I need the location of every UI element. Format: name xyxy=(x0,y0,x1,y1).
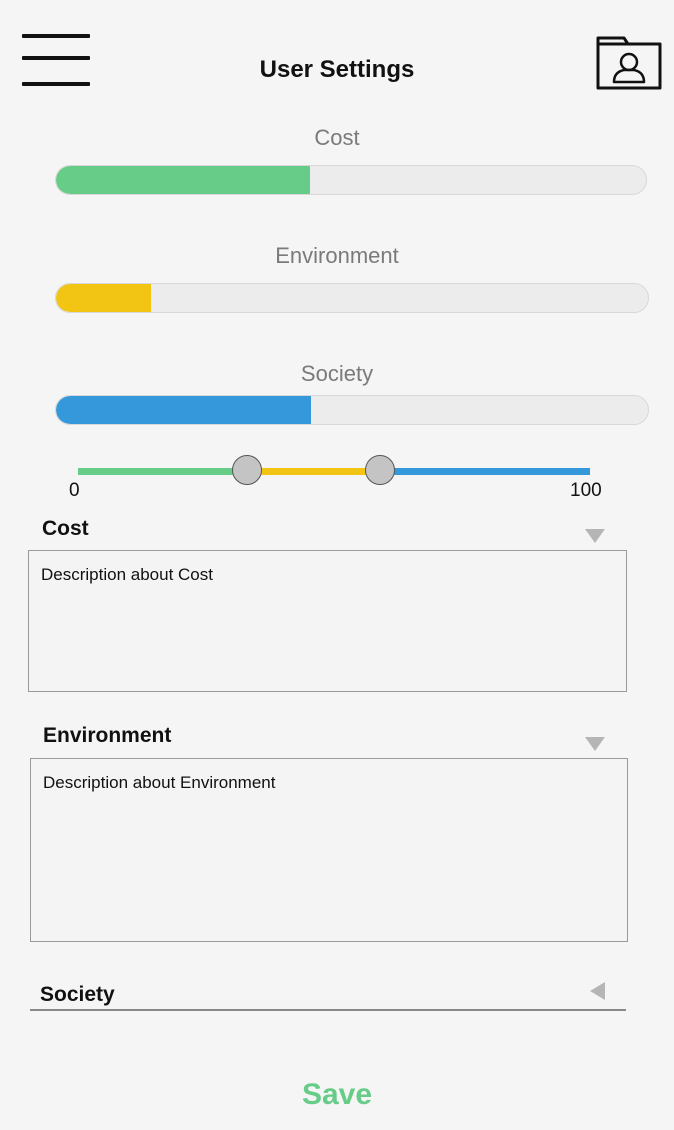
environment-description-text: Description about Environment xyxy=(43,773,276,792)
user-folder-icon[interactable] xyxy=(594,30,664,92)
society-chevron-left-icon[interactable] xyxy=(590,982,605,1000)
society-progress-bar xyxy=(55,395,649,425)
environment-section-title: Environment xyxy=(43,724,172,747)
society-section-title[interactable]: Society xyxy=(40,983,115,1007)
society-divider xyxy=(30,1009,626,1011)
cost-description-text: Description about Cost xyxy=(41,565,213,584)
society-bar-label: Society xyxy=(300,361,374,386)
cost-description-box[interactable]: Description about Cost xyxy=(28,550,627,692)
environment-progress-fill xyxy=(56,284,151,312)
cost-chevron-down-icon[interactable] xyxy=(585,529,605,543)
cost-progress-fill xyxy=(56,166,310,194)
save-button[interactable]: Save xyxy=(0,1078,674,1112)
cost-section-title: Cost xyxy=(42,517,89,540)
slider-segment-society xyxy=(380,468,590,475)
cost-progress-bar xyxy=(55,165,647,195)
environment-chevron-down-icon[interactable] xyxy=(585,737,605,751)
slider-segment-environment xyxy=(246,468,381,475)
slider-handle-1[interactable] xyxy=(231,455,262,485)
slider-min-label: 0 xyxy=(69,480,80,501)
slider-handle-2[interactable] xyxy=(365,455,396,485)
environment-description-box[interactable]: Description about Environment xyxy=(30,758,628,942)
environment-bar-label: Environment xyxy=(275,243,399,268)
society-progress-fill xyxy=(56,396,311,424)
cost-bar-label: Cost xyxy=(314,125,360,150)
slider-segment-cost xyxy=(78,468,247,475)
page-title: User Settings xyxy=(259,56,415,83)
slider-max-label: 100 xyxy=(570,480,602,501)
environment-progress-bar xyxy=(55,283,649,313)
